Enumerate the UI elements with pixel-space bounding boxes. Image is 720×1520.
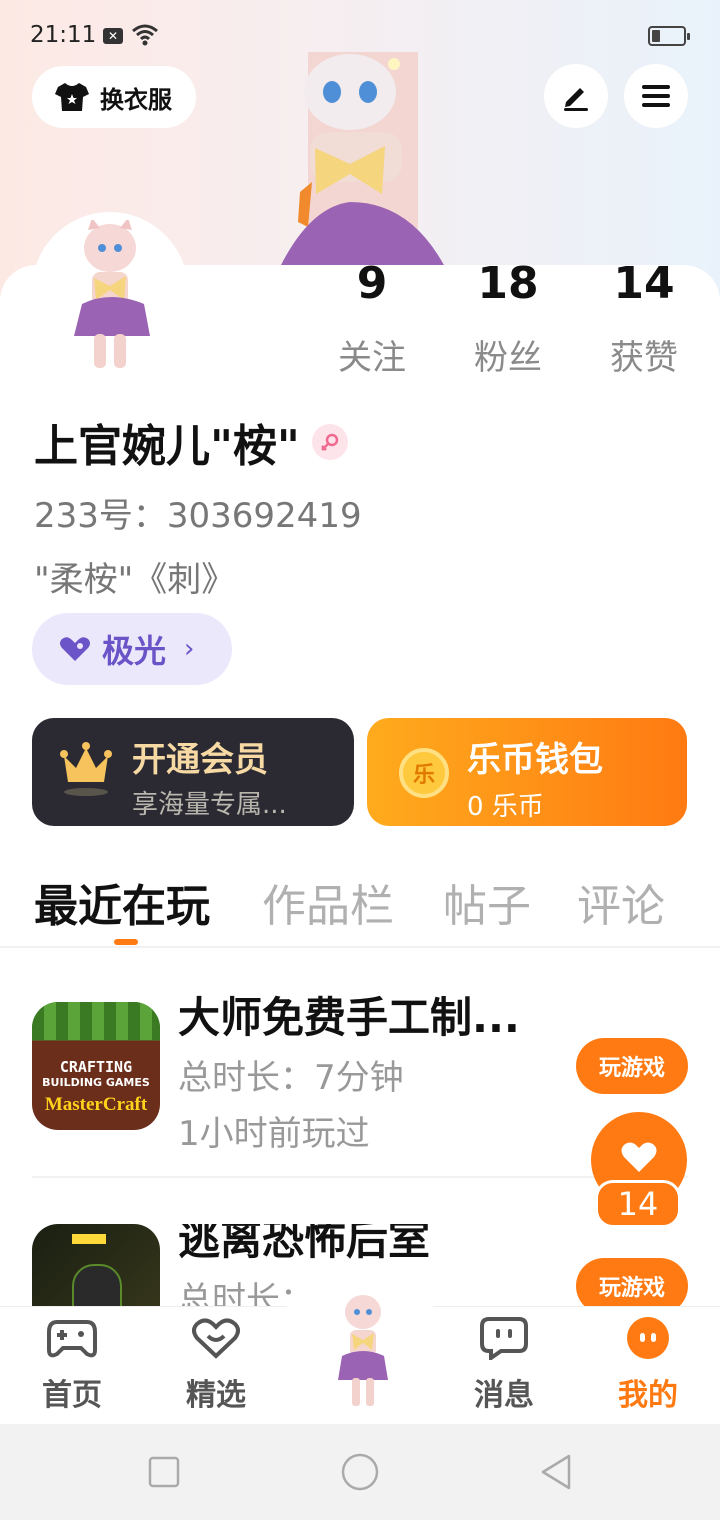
coin-wallet-button[interactable]: 乐 乐币钱包 0 乐币	[367, 718, 687, 826]
notification-icon: ✕	[103, 28, 123, 44]
following-count: 9	[356, 258, 388, 309]
profile-tabs: 最近在玩 作品栏 帖子 评论	[0, 870, 720, 946]
nav-mine[interactable]: 我的	[598, 1316, 698, 1414]
edit-profile-button[interactable]	[544, 64, 608, 128]
change-outfit-button[interactable]: 换衣服	[32, 66, 196, 128]
profile-face-icon	[627, 1317, 669, 1359]
aurora-label: 极光	[102, 632, 167, 670]
menu-icon	[642, 85, 670, 107]
game-icon-label: MasterCraft	[44, 1094, 148, 1115]
tab-works[interactable]: 作品栏	[262, 870, 394, 934]
stat-following[interactable]: 9 关注	[312, 258, 432, 379]
chevron-right-icon: ›	[184, 634, 195, 664]
home-icon[interactable]	[341, 1453, 379, 1491]
battery-icon	[648, 26, 690, 46]
coin-icon: 乐	[399, 748, 449, 798]
profile-name-row: 上官婉儿"桉"	[34, 410, 348, 474]
wallet-balance: 0 乐币	[467, 792, 544, 822]
menu-button[interactable]	[624, 64, 688, 128]
likes-count: 14	[613, 258, 675, 309]
following-label: 关注	[338, 338, 406, 378]
aurora-badge-button[interactable]: 极光 ›	[32, 613, 232, 685]
tab-indicator	[114, 939, 138, 945]
avatar[interactable]	[58, 220, 162, 370]
message-icon	[480, 1317, 528, 1362]
divider	[32, 1176, 688, 1178]
profile-name: 上官婉儿"桉"	[34, 421, 300, 472]
nav-featured[interactable]: 精选	[166, 1316, 266, 1414]
wallet-title: 乐币钱包	[467, 740, 603, 780]
back-icon[interactable]	[539, 1453, 573, 1491]
game-duration: 总时长：7分钟	[178, 1058, 404, 1098]
avatar-character-nav-icon[interactable]	[330, 1290, 396, 1408]
user-id: 233号：303692419	[34, 496, 362, 536]
nav-featured-label: 精选	[186, 1378, 246, 1413]
system-navigation-bar	[0, 1424, 720, 1520]
tab-comments[interactable]: 评论	[577, 870, 665, 934]
nav-home-label: 首页	[42, 1378, 102, 1413]
followers-label: 粉丝	[474, 338, 542, 378]
status-time: 21:11	[30, 22, 97, 48]
vip-membership-button[interactable]: 开通会员 享海量专属...	[32, 718, 354, 826]
heart-badge-icon	[60, 637, 90, 661]
female-icon	[311, 424, 348, 460]
pencil-icon	[564, 88, 588, 111]
recent-apps-icon[interactable]	[148, 1456, 180, 1488]
avatar-character-large	[280, 52, 445, 267]
gamepad-icon	[47, 1320, 97, 1358]
nav-home[interactable]: 首页	[22, 1316, 122, 1414]
change-outfit-label: 换衣服	[100, 85, 172, 114]
crown-icon	[60, 742, 112, 796]
followers-count: 18	[477, 258, 539, 309]
heart-outline-icon	[192, 1318, 240, 1359]
wifi-icon	[132, 24, 158, 46]
play-game-button[interactable]: 玩游戏	[576, 1038, 688, 1094]
game-title: 逃离恐怖后室	[178, 1224, 431, 1264]
game-title: 大师免费手工制...	[178, 993, 520, 1042]
game-icon-label: BUILDING GAMES	[42, 1076, 150, 1089]
heart-icon	[621, 1142, 657, 1172]
like-count: 14	[595, 1180, 681, 1228]
game-last-played: 1小时前玩过	[178, 1114, 370, 1154]
game-icon-label: CRAFTING	[59, 1058, 133, 1076]
tab-recent-played[interactable]: 最近在玩	[34, 870, 210, 934]
play-game-button[interactable]: 玩游戏	[576, 1258, 688, 1306]
nav-messages-label: 消息	[474, 1378, 534, 1413]
divider	[0, 946, 720, 948]
tshirt-icon	[55, 83, 89, 111]
game-icon	[32, 1224, 160, 1306]
stat-followers[interactable]: 18 粉丝	[448, 258, 568, 379]
nav-mine-label: 我的	[618, 1378, 678, 1413]
nav-messages[interactable]: 消息	[454, 1316, 554, 1414]
vip-title: 开通会员	[132, 740, 268, 780]
game-icon: CRAFTING BUILDING GAMES MasterCraft	[32, 1002, 160, 1130]
likes-label: 获赞	[610, 338, 678, 378]
stat-likes[interactable]: 14 获赞	[584, 258, 704, 379]
user-bio: "柔桉"《刺》	[34, 560, 236, 600]
tab-posts[interactable]: 帖子	[443, 870, 531, 934]
vip-subtitle: 享海量专属...	[132, 790, 287, 820]
